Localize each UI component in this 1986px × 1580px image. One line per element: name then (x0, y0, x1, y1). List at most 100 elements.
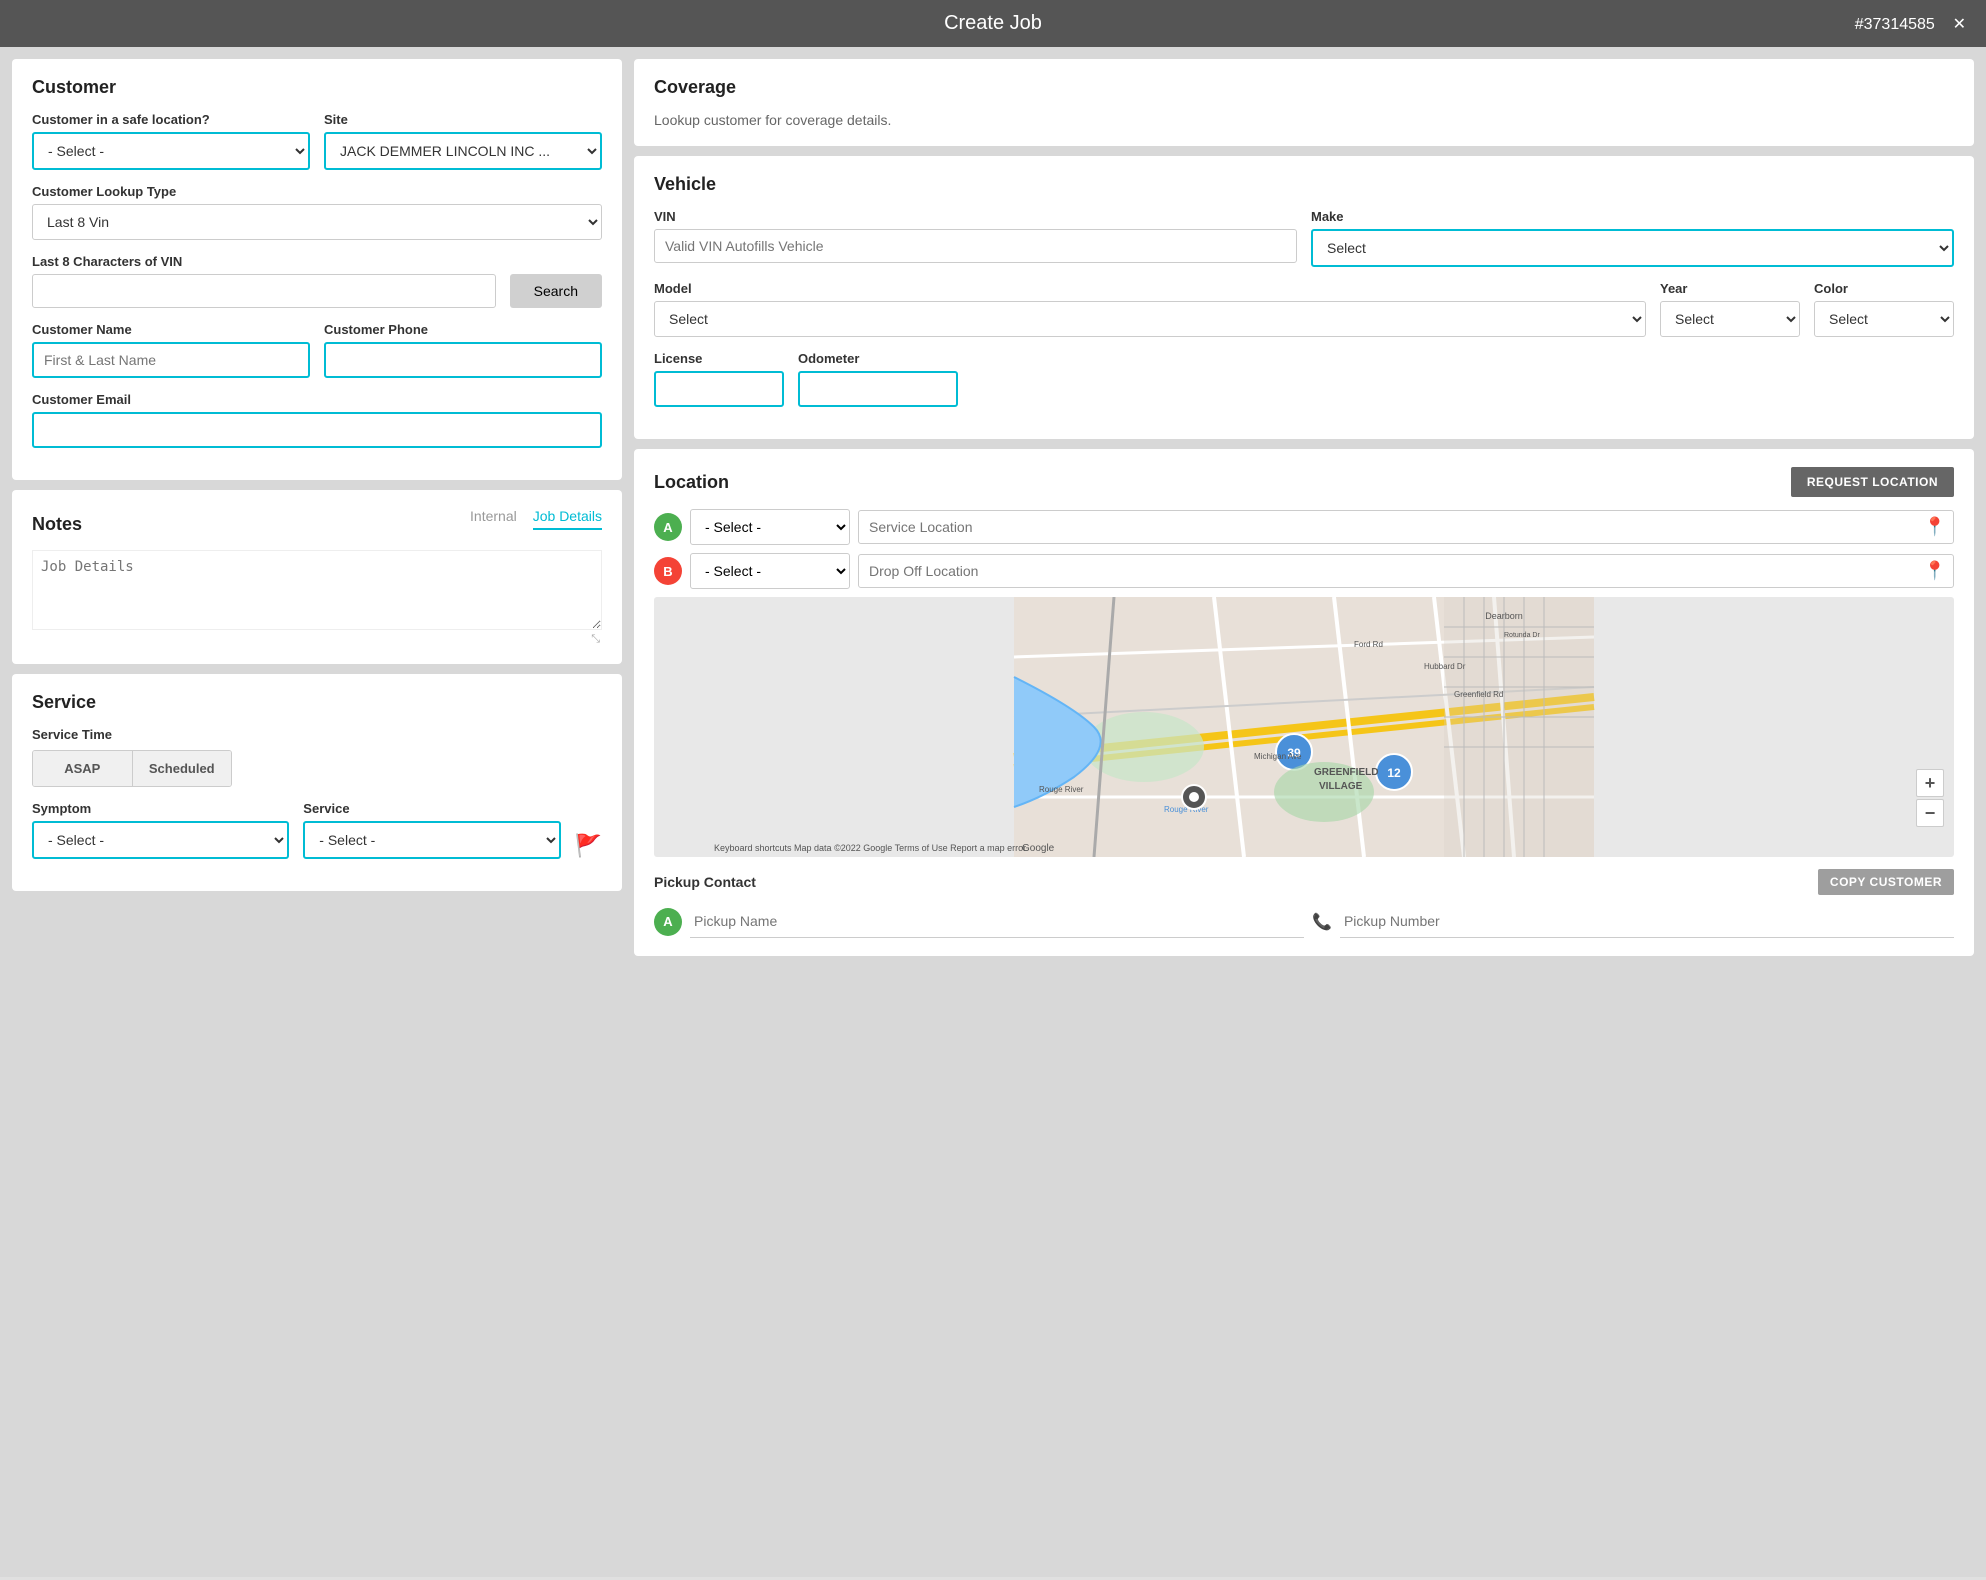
customer-phone-input[interactable] (324, 342, 602, 378)
close-icon[interactable]: ✕ (1953, 16, 1966, 33)
safe-location-select[interactable]: - Select - Yes No (32, 132, 310, 170)
safe-location-label: Customer in a safe location? (32, 112, 310, 127)
pickup-number-input[interactable] (1340, 905, 1954, 938)
main-container: Customer Customer in a safe location? - … (0, 47, 1986, 1577)
symptom-label: Symptom (32, 801, 289, 816)
flag-icon[interactable]: 🚩 (575, 813, 602, 859)
svg-text:GREENFIELD: GREENFIELD (1314, 767, 1378, 778)
map-zoom-controls: + − (1916, 769, 1944, 827)
license-input[interactable] (654, 371, 784, 407)
year-select[interactable]: Select (1660, 301, 1800, 337)
customer-name-input[interactable] (32, 342, 310, 378)
make-label: Make (1311, 209, 1954, 224)
zoom-in-button[interactable]: + (1916, 769, 1944, 797)
odometer-label: Odometer (798, 351, 958, 366)
customer-phone-label: Customer Phone (324, 322, 602, 337)
map-attribution: Keyboard shortcuts Map data ©2022 Google… (714, 843, 1026, 853)
vehicle-card: Vehicle VIN Make Select Model Sele (634, 156, 1974, 439)
copy-customer-button[interactable]: COPY CUSTOMER (1818, 869, 1954, 895)
model-select[interactable]: Select (654, 301, 1646, 337)
phone-icon: 📞 (1312, 912, 1332, 932)
location-input-wrap-b: 📍 (858, 554, 1954, 588)
svg-text:Dearborn: Dearborn (1485, 611, 1523, 621)
dropoff-location-input[interactable] (858, 554, 1954, 588)
coverage-text: Lookup customer for coverage details. (654, 112, 1954, 128)
location-input-wrap-a: 📍 (858, 510, 1954, 544)
svg-text:12: 12 (1387, 766, 1401, 780)
customer-section-title: Customer (32, 77, 602, 98)
title-bar: Create Job #37314585 ✕ (0, 0, 1986, 47)
service-card: Service Service Time ASAP Scheduled Symp… (12, 674, 622, 891)
zoom-out-button[interactable]: − (1916, 799, 1944, 827)
map-container: 39 12 (654, 597, 1954, 857)
svg-text:Rotunda Dr: Rotunda Dr (1504, 632, 1540, 639)
lookup-type-label: Customer Lookup Type (32, 184, 602, 199)
vehicle-section-title: Vehicle (654, 174, 1954, 195)
svg-text:Rouge River: Rouge River (1039, 785, 1084, 794)
pickup-contact-section: Pickup Contact COPY CUSTOMER A 📞 (654, 869, 1954, 938)
asap-button[interactable]: ASAP (33, 751, 133, 786)
location-row-b: B - Select - 📍 (654, 553, 1954, 589)
symptom-select[interactable]: - Select - (32, 821, 289, 859)
request-location-button[interactable]: REQUEST LOCATION (1791, 467, 1954, 497)
vin-chars-label: Last 8 Characters of VIN (32, 254, 496, 269)
site-select[interactable]: JACK DEMMER LINCOLN INC ... (324, 132, 602, 170)
vin-chars-input[interactable] (32, 274, 496, 308)
customer-email-input[interactable] (32, 412, 602, 448)
customer-card: Customer Customer in a safe location? - … (12, 59, 622, 480)
notes-card: Notes Internal Job Details ⤡ (12, 490, 622, 664)
location-select-a[interactable]: - Select - (690, 509, 850, 545)
service-select[interactable]: - Select - (303, 821, 560, 859)
svg-text:Michigan Ave: Michigan Ave (1254, 752, 1302, 761)
tab-internal[interactable]: Internal (470, 508, 517, 530)
pickup-row: A 📞 (654, 905, 1954, 938)
coverage-card: Coverage Lookup customer for coverage de… (634, 59, 1974, 146)
location-section-title: Location (654, 472, 729, 493)
service-location-input[interactable] (858, 510, 1954, 544)
svg-text:Google: Google (1022, 843, 1055, 854)
vin-label: VIN (654, 209, 1297, 224)
service-time-label: Service Time (32, 727, 602, 742)
location-pin-b: 📍 (1924, 561, 1946, 582)
notes-section-title: Notes (32, 514, 82, 535)
search-button[interactable]: Search (510, 274, 602, 308)
model-label: Model (654, 281, 1646, 296)
pickup-name-input[interactable] (690, 905, 1304, 938)
job-id-area: #37314585 ✕ (1855, 14, 1966, 34)
year-label: Year (1660, 281, 1800, 296)
site-label: Site (324, 112, 602, 127)
location-select-b[interactable]: - Select - (690, 553, 850, 589)
notes-tabs: Internal Job Details (470, 508, 602, 530)
notes-textarea[interactable] (32, 550, 602, 630)
svg-text:Ford Rd: Ford Rd (1354, 640, 1383, 649)
svg-text:VILLAGE: VILLAGE (1319, 781, 1363, 792)
vin-input[interactable] (654, 229, 1297, 263)
svg-text:Hubbard Dr: Hubbard Dr (1424, 662, 1466, 671)
customer-name-label: Customer Name (32, 322, 310, 337)
coverage-section-title: Coverage (654, 77, 1954, 98)
license-label: License (654, 351, 784, 366)
pickup-badge-a: A (654, 908, 682, 936)
tab-job-details[interactable]: Job Details (533, 508, 602, 530)
make-select[interactable]: Select (1311, 229, 1954, 267)
scheduled-button[interactable]: Scheduled (133, 751, 232, 786)
location-card: Location REQUEST LOCATION A - Select - 📍… (634, 449, 1974, 956)
right-panel: Coverage Lookup customer for coverage de… (634, 59, 1974, 1565)
job-id: #37314585 (1855, 16, 1935, 33)
location-badge-b: B (654, 557, 682, 585)
left-panel: Customer Customer in a safe location? - … (12, 59, 622, 1565)
location-row-a: A - Select - 📍 (654, 509, 1954, 545)
location-pin-a: 📍 (1924, 517, 1946, 538)
lookup-type-select[interactable]: Last 8 Vin Name Phone Email (32, 204, 602, 240)
service-section-title: Service (32, 692, 602, 713)
location-badge-a: A (654, 513, 682, 541)
color-label: Color (1814, 281, 1954, 296)
odometer-input[interactable] (798, 371, 958, 407)
pickup-contact-title: Pickup Contact (654, 874, 756, 890)
service-time-toggle: ASAP Scheduled (32, 750, 232, 787)
svg-text:Greenfield Rd: Greenfield Rd (1454, 690, 1503, 699)
color-select[interactable]: Select (1814, 301, 1954, 337)
service-label: Service (303, 801, 560, 816)
resize-handle: ⤡ (32, 633, 602, 646)
customer-email-label: Customer Email (32, 392, 602, 407)
